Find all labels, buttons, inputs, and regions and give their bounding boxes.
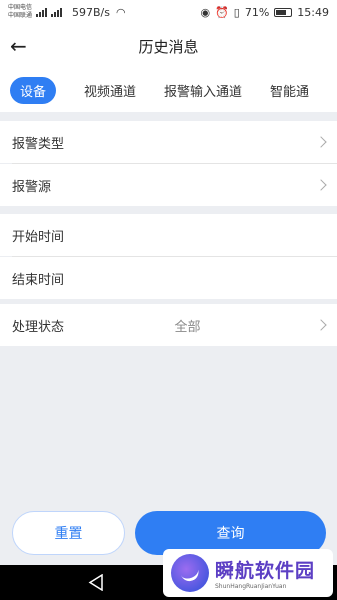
watermark-subtitle: ShunHangRuanJianYuan: [215, 583, 287, 590]
tab-video-channel[interactable]: 视频通道: [84, 81, 136, 100]
tab-bar: 设备 视频通道 报警输入通道 智能通: [0, 68, 337, 112]
alarm-type-row[interactable]: 报警类型: [0, 121, 337, 163]
reset-button[interactable]: 重置: [12, 511, 125, 555]
tab-smart-channel[interactable]: 智能通: [270, 81, 309, 100]
start-time-row[interactable]: 开始时间: [0, 214, 337, 256]
battery-icon: [274, 7, 293, 17]
carrier-2: 中国联通: [8, 12, 33, 19]
end-time-label: 结束时间: [12, 272, 65, 288]
wifi-icon: ◠: [116, 5, 126, 19]
arrow-left-icon[interactable]: ←: [10, 34, 34, 58]
page-title: 历史消息: [138, 37, 199, 56]
tab-device[interactable]: 设备: [10, 76, 57, 104]
network-speed: 597B/s: [72, 5, 110, 19]
process-status-label: 处理状态: [12, 319, 65, 335]
process-status-row[interactable]: 处理状态 全部: [0, 304, 337, 346]
signal-icon: [36, 7, 48, 17]
eye-icon: ◉: [200, 5, 211, 19]
signal-icon-2: [51, 7, 63, 17]
start-time-label: 开始时间: [12, 229, 65, 245]
chevron-right-icon: [315, 136, 327, 148]
watermark-logo: [171, 554, 209, 592]
end-time-row[interactable]: 结束时间: [0, 257, 337, 299]
alarm-icon: ⏰: [215, 5, 229, 19]
process-status-value: 全部: [174, 319, 201, 335]
carrier-1: 中国电信: [8, 4, 33, 11]
battery-percent: 71%: [244, 5, 270, 19]
back-triangle-icon[interactable]: [88, 574, 104, 591]
status-bar: 中国电信 中国联通 597B/s ◠ ◉ ⏰ ▯ 71% 15:49: [0, 0, 337, 24]
alarm-source-label: 报警源: [12, 179, 52, 195]
header: ← 历史消息: [0, 24, 337, 68]
tab-alarm-input-channel[interactable]: 报警输入通道: [164, 81, 242, 100]
vibrate-icon: ▯: [233, 5, 240, 19]
watermark: 瞬航软件园 ShunHangRuanJianYuan: [163, 549, 333, 597]
carrier-info: 中国电信 中国联通: [8, 4, 32, 20]
alarm-source-row[interactable]: 报警源: [0, 164, 337, 206]
chevron-right-icon: [315, 319, 327, 331]
chevron-right-icon: [315, 179, 327, 191]
clock: 15:49: [297, 5, 329, 19]
watermark-title: 瞬航软件园: [215, 560, 316, 582]
alarm-type-label: 报警类型: [12, 136, 65, 152]
